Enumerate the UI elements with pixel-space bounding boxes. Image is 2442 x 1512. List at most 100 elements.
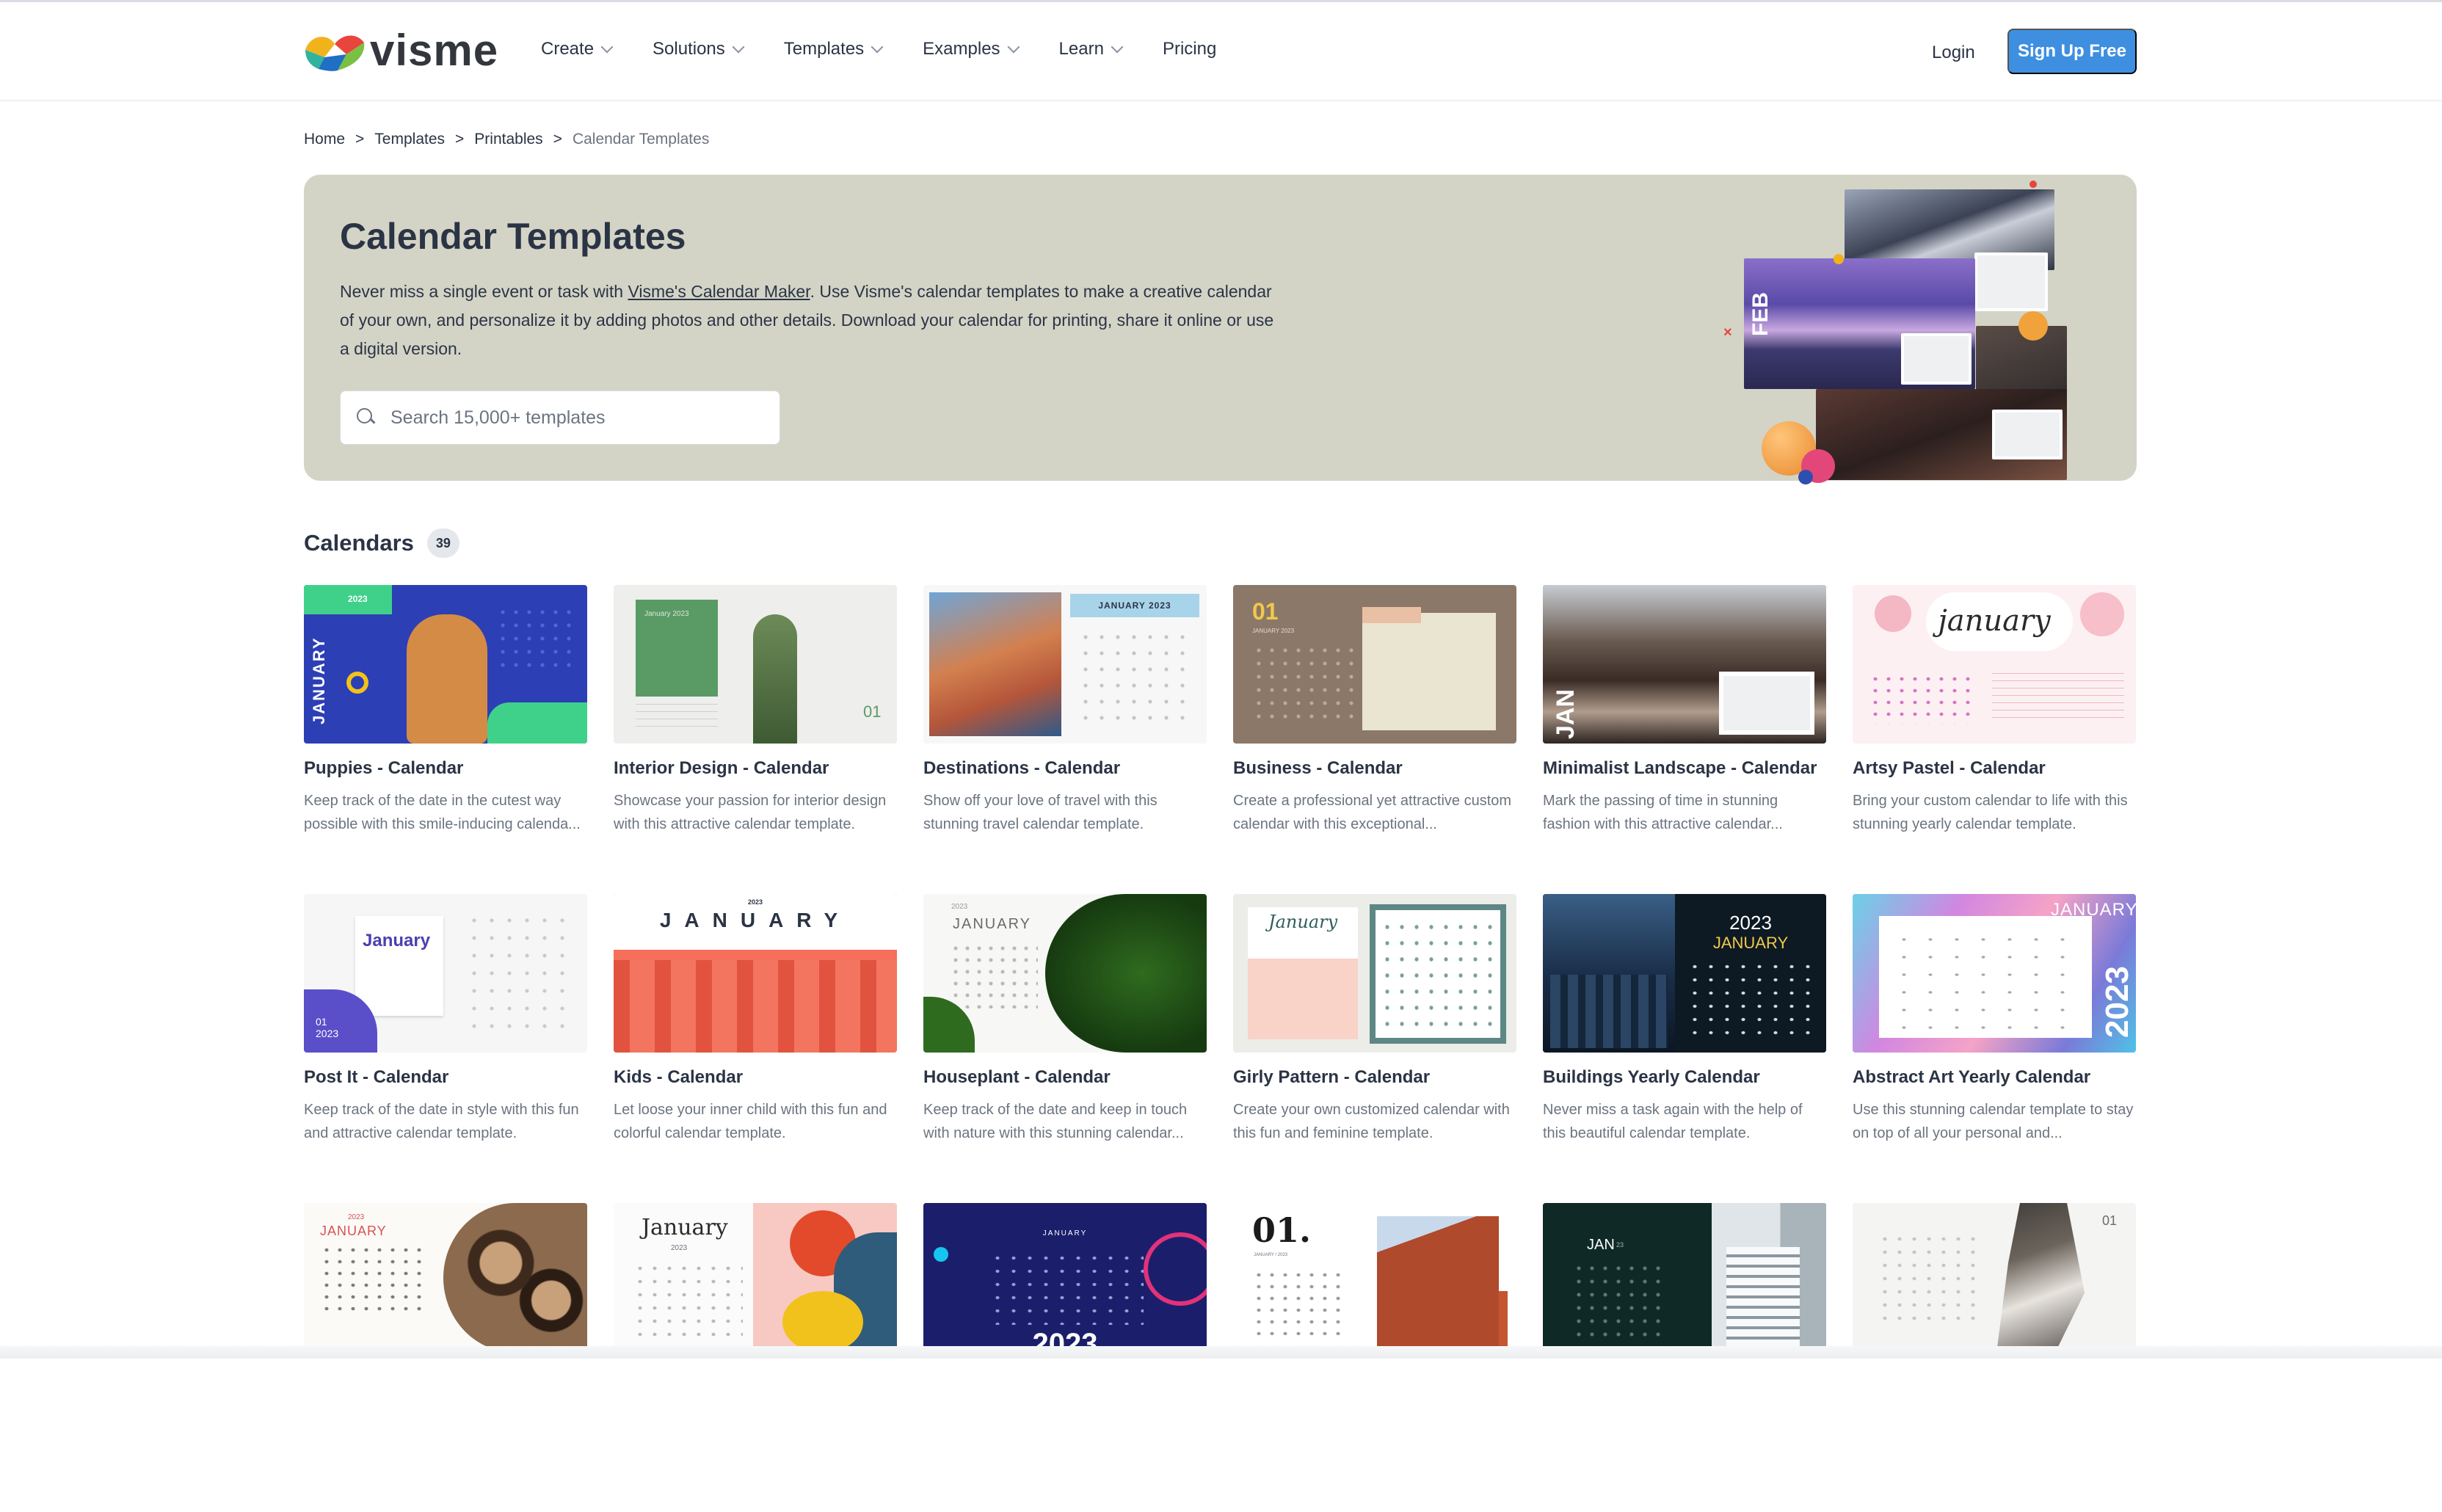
template-thumbnail[interactable]: JANUARY 2023 (923, 894, 1207, 1053)
thumb-day: 01 (863, 702, 882, 721)
template-title[interactable]: Minimalist Landscape - Calendar (1543, 758, 1826, 779)
thumb-year: 2023 (348, 594, 368, 604)
nav-learn[interactable]: Learn (1059, 39, 1124, 59)
nav-pricing[interactable]: Pricing (1163, 39, 1216, 59)
template-thumbnail[interactable]: 01 (1853, 1203, 2136, 1353)
breadcrumb-separator: > (355, 131, 365, 148)
template-thumbnail[interactable]: JANUARY 2023 (923, 1203, 1207, 1353)
template-thumbnail[interactable]: January 2023 01 (614, 585, 897, 744)
template-title[interactable]: Destinations - Calendar (923, 758, 1207, 779)
thumb-month: JANUARY (953, 916, 1031, 932)
template-card[interactable]: 01 JANUARY 2023 Business - Calendar Creat… (1233, 585, 1516, 894)
nav-solutions[interactable]: Solutions (653, 39, 745, 59)
template-thumbnail[interactable]: JANUARY 2023 (1853, 894, 2136, 1053)
thumb-month: January (642, 1215, 728, 1240)
template-thumbnail[interactable]: january (1853, 585, 2136, 744)
page-title: Calendar Templates (340, 216, 686, 257)
nav-examples-label: Examples (923, 39, 1000, 59)
search-icon (357, 408, 376, 427)
calendar-maker-link[interactable]: Visme's Calendar Maker (628, 282, 810, 301)
template-title[interactable]: Puppies - Calendar (304, 758, 587, 779)
hero-description: Never miss a single event or task with V… (340, 277, 1279, 363)
mini-calendar-card (1901, 333, 1972, 385)
template-card[interactable]: January Girly Pattern - Calendar Create y… (1233, 894, 1516, 1203)
template-thumbnail[interactable]: 2023 JANUARY (304, 585, 587, 744)
sign-up-button[interactable]: Sign Up Free (2007, 29, 2137, 74)
template-description: Show off your love of travel with this s… (923, 793, 1158, 832)
template-title[interactable]: Post It - Calendar (304, 1067, 587, 1088)
nav-solutions-label: Solutions (653, 39, 725, 59)
breadcrumb-home[interactable]: Home (304, 131, 345, 148)
thumb-month: January (363, 931, 431, 951)
nav-pricing-label: Pricing (1162, 39, 1217, 59)
breadcrumb-templates[interactable]: Templates (374, 131, 445, 148)
login-link[interactable]: Login (1932, 43, 1975, 63)
orange-crescent (2018, 311, 2048, 341)
template-card[interactable]: JANUARY 2023 Abstract Art Yearly Calendar… (1853, 894, 2136, 1203)
template-thumbnail[interactable]: January 2023 (614, 1203, 897, 1353)
search-input[interactable] (390, 407, 772, 429)
blue-dot (1798, 470, 1813, 484)
template-title[interactable]: Buildings Yearly Calendar (1543, 1067, 1826, 1088)
feb-label: FEB (1748, 292, 1773, 336)
template-grid: 2023 JANUARY Puppies - Calendar Keep trac… (304, 585, 2137, 1512)
thumb-year: 2023 (747, 898, 763, 906)
template-thumbnail[interactable]: JAN (1543, 585, 1826, 744)
template-thumbnail[interactable]: 01 JANUARY 2023 (1233, 585, 1516, 744)
template-card[interactable]: january Artsy Pastel - Calendar Bring you… (1853, 585, 2136, 894)
template-card[interactable]: 2023 JANUARY Puppies - Calendar Keep trac… (304, 585, 587, 894)
template-card[interactable]: January 01 2023 Post It - Calendar Keep t… (304, 894, 587, 1203)
thumb-month: january (1938, 604, 2051, 638)
thumb-month: JANUARY (310, 636, 328, 724)
visme-logo[interactable]: visme (302, 29, 498, 73)
template-title[interactable]: Business - Calendar (1233, 758, 1516, 779)
template-card[interactable]: 2023 JANUARY Buildings Yearly Calendar Ne… (1543, 894, 1826, 1203)
red-dot (2029, 181, 2037, 188)
count-badge: 39 (426, 528, 459, 558)
nav-examples[interactable]: Examples (923, 39, 1020, 59)
template-thumbnail[interactable]: January 01 2023 (304, 894, 587, 1053)
thumb-day: 01. (1252, 1210, 1312, 1250)
thumb-month: JAN (1552, 688, 1580, 739)
thumb-month: JANUARY 2023 (1252, 628, 1295, 634)
template-thumbnail[interactable]: JANUARY 2023 (614, 894, 897, 1053)
breadcrumb-separator: > (553, 131, 562, 148)
nav-create-label: Create (541, 39, 595, 59)
thumb-month: JANUARY (1712, 934, 1789, 952)
template-thumbnail[interactable]: 2023 JANUARY (1543, 894, 1826, 1053)
template-card[interactable]: JANUARY 2023 Houseplant - Calendar Keep t… (923, 894, 1207, 1203)
mini-calendar-card (1992, 410, 2063, 459)
template-card[interactable]: JANUARY 2023 Destinations - Calendar Show… (923, 585, 1207, 894)
template-thumbnail[interactable]: JAN 23 (1543, 1203, 1826, 1353)
template-title[interactable]: Girly Pattern - Calendar (1233, 1067, 1516, 1088)
template-description: Use this stunning calendar template to s… (1853, 1102, 2134, 1141)
nav-templates-label: Templates (783, 39, 865, 59)
template-description: Never miss a task again with the help of… (1543, 1102, 1803, 1141)
nav-create[interactable]: Create (541, 39, 614, 59)
template-card[interactable]: January 2023 01 Interior Design - Calenda… (614, 585, 897, 894)
template-thumbnail[interactable]: JANUARY 2023 (304, 1203, 587, 1353)
template-title[interactable]: Houseplant - Calendar (923, 1067, 1207, 1088)
template-thumbnail[interactable]: January (1233, 894, 1516, 1053)
logo-text: visme (370, 26, 499, 75)
thumb-year: 23 (1616, 1241, 1624, 1249)
template-description: Create your own customized calendar with… (1233, 1102, 1510, 1141)
thumb-month: JAN (1587, 1237, 1615, 1253)
template-thumbnail[interactable]: 01. JANUARY / 2023 (1233, 1203, 1516, 1353)
breadcrumb-printables[interactable]: Printables (474, 131, 542, 148)
template-card[interactable]: JAN Minimalist Landscape - Calendar Mark … (1543, 585, 1826, 894)
template-card[interactable]: JANUARY 2023 Kids - Calendar Let loose yo… (614, 894, 897, 1203)
template-title[interactable]: Interior Design - Calendar (614, 758, 897, 779)
search-box[interactable] (340, 390, 780, 445)
nav-templates[interactable]: Templates (783, 39, 884, 59)
breadcrumb: Home > Templates > Printables > Calendar… (304, 131, 709, 148)
red-x-mark: × (1723, 324, 1732, 341)
section-heading: Calendars 39 (304, 528, 459, 558)
template-thumbnail[interactable]: JANUARY 2023 (923, 585, 1207, 744)
template-title[interactable]: Artsy Pastel - Calendar (1853, 758, 2136, 779)
template-title[interactable]: Kids - Calendar (614, 1067, 897, 1088)
chevron-down-icon (871, 40, 884, 54)
template-description: Keep track of the date and keep in touch… (923, 1102, 1188, 1141)
thumb-year: 01 2023 (316, 1016, 339, 1039)
template-title[interactable]: Abstract Art Yearly Calendar (1853, 1067, 2136, 1088)
